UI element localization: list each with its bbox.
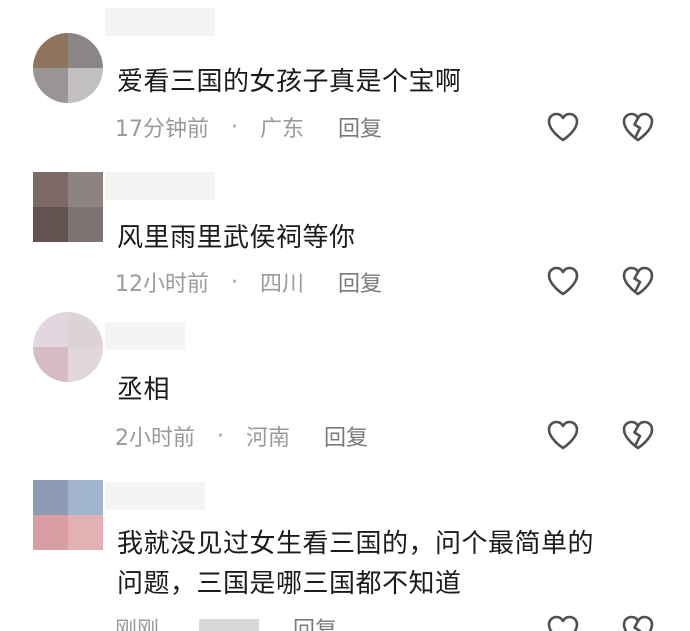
- comment-location: 广东: [260, 117, 305, 142]
- location-blurred: [199, 619, 260, 631]
- comment-time: 12小时前: [115, 272, 209, 297]
- like-button[interactable]: [545, 612, 581, 631]
- dislike-button[interactable]: [620, 417, 656, 453]
- comment-text-line2: 问题，三国是哪三国都不知道: [117, 569, 462, 599]
- avatar[interactable]: [33, 33, 103, 103]
- avatar-pixel: [33, 480, 68, 515]
- dislike-button[interactable]: [620, 612, 656, 631]
- avatar-pixel: [33, 33, 68, 68]
- avatar-pixel: [68, 33, 103, 68]
- avatar[interactable]: [33, 480, 103, 550]
- username-blurred[interactable]: [105, 482, 205, 510]
- dislike-button[interactable]: [620, 263, 656, 299]
- comment-meta: 刚刚 回复: [115, 612, 337, 631]
- dislike-button[interactable]: [620, 109, 656, 145]
- comment-list: 爱看三国的女孩子真是个宝啊 17分钟前 · 广东 回复 风里雨里武侯祠等你 12…: [0, 0, 690, 631]
- comment-meta: 17分钟前 · 广东 回复: [115, 111, 382, 143]
- avatar-pixel: [33, 207, 68, 242]
- avatar-pixel: [68, 172, 103, 207]
- comment-text: 爱看三国的女孩子真是个宝啊: [117, 67, 462, 97]
- avatar-pixel: [33, 347, 68, 382]
- avatar[interactable]: [33, 172, 103, 242]
- comment-time: 2小时前: [115, 426, 195, 451]
- separator-dot: ·: [231, 269, 238, 295]
- avatar-pixel: [68, 68, 103, 103]
- avatar-pixel: [68, 347, 103, 382]
- avatar-pixel: [68, 312, 103, 347]
- broken-heart-outline-icon: [622, 615, 654, 631]
- avatar-pixel: [33, 515, 68, 550]
- avatar[interactable]: [33, 312, 103, 382]
- avatar-pixel: [68, 480, 103, 515]
- avatar-pixel: [68, 515, 103, 550]
- separator-dot: ·: [231, 114, 238, 140]
- reply-button[interactable]: 回复: [293, 612, 337, 631]
- heart-outline-icon: [547, 615, 579, 631]
- like-button[interactable]: [545, 263, 581, 299]
- separator-dot: ·: [217, 423, 224, 449]
- comment-text: 丞相: [117, 375, 171, 405]
- like-button[interactable]: [545, 417, 581, 453]
- avatar-pixel: [33, 312, 68, 347]
- username-blurred[interactable]: [105, 322, 185, 350]
- like-button[interactable]: [545, 109, 581, 145]
- comment-location: 四川: [260, 272, 305, 297]
- heart-outline-icon: [547, 420, 579, 450]
- username-blurred[interactable]: [105, 8, 215, 36]
- comment-location: 河南: [246, 426, 291, 451]
- comment-meta: 12小时前 · 四川 回复: [115, 266, 382, 298]
- comment-text: 风里雨里武侯祠等你: [117, 223, 356, 253]
- avatar-pixel: [33, 68, 68, 103]
- broken-heart-outline-icon: [622, 112, 654, 142]
- comment-meta: 2小时前 · 河南 回复: [115, 420, 368, 452]
- comment-time: 17分钟前: [115, 117, 209, 142]
- comment-time: 刚刚: [115, 618, 160, 631]
- username-blurred[interactable]: [105, 172, 215, 200]
- broken-heart-outline-icon: [622, 266, 654, 296]
- avatar-pixel: [68, 207, 103, 242]
- heart-outline-icon: [547, 112, 579, 142]
- reply-button[interactable]: 回复: [338, 266, 382, 298]
- heart-outline-icon: [547, 266, 579, 296]
- comment-text-line1: 我就没见过女生看三国的，问个最简单的: [117, 529, 595, 559]
- reply-button[interactable]: 回复: [338, 111, 382, 143]
- broken-heart-outline-icon: [622, 420, 654, 450]
- avatar-pixel: [33, 172, 68, 207]
- reply-button[interactable]: 回复: [324, 420, 368, 452]
